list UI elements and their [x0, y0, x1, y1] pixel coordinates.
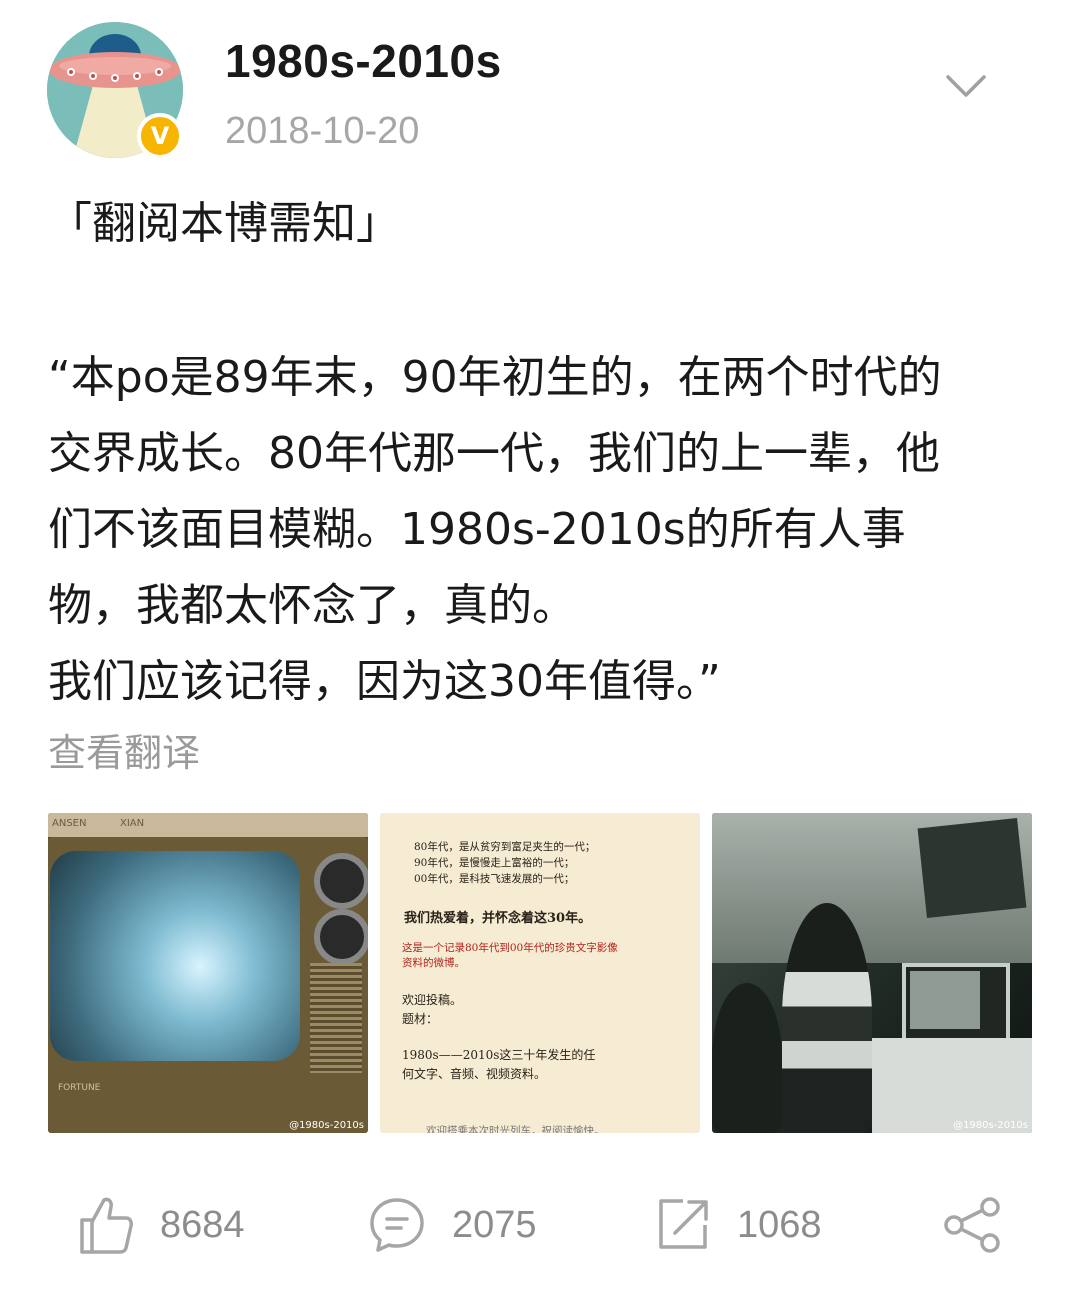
poster-line: 我们热爱着，并怀念着这30年。 — [404, 911, 592, 926]
share-button[interactable] — [942, 1180, 1002, 1270]
like-count: 8684 — [160, 1203, 245, 1246]
post-heading: 「翻阅本博需知」 — [48, 198, 400, 249]
post-body: 「翻阅本博需知」 “本po是89年末，90年初生的，在两个时代的 交界成长。80… — [48, 186, 1038, 720]
tv-screen — [50, 851, 300, 1061]
comment-count: 2075 — [452, 1203, 537, 1246]
username[interactable]: 1980s-2010s — [225, 34, 502, 88]
photo-table — [872, 1038, 1032, 1133]
repost-button[interactable]: 1068 — [655, 1180, 822, 1270]
repost-icon — [659, 1199, 708, 1249]
thumbs-up-icon — [80, 1197, 133, 1254]
poster-line: 何文字、音频、视频资料。 — [402, 1067, 547, 1081]
tv-logo-text: FORTUNE — [58, 1083, 101, 1093]
share-icon — [944, 1197, 1000, 1253]
poster-line: 这是一个记录80年代到00年代的珍贵文字影像 — [402, 942, 618, 954]
image-thumbnail-tv[interactable]: ANSEN XIAN FORTUNE @1980s-2010s — [48, 813, 368, 1133]
repost-count: 1068 — [737, 1203, 822, 1246]
action-bar: 8684 2075 1068 — [0, 1180, 1080, 1270]
poster-line: 1980s——2010s这三十年发生的任 — [402, 1048, 596, 1062]
poster-line: 欢迎搭乘本次时光列车，祝阅读愉快。 — [426, 1125, 605, 1133]
tv-knob-icon — [314, 853, 368, 909]
translate-link[interactable]: 查看翻译 — [48, 722, 200, 777]
chevron-down-icon[interactable] — [940, 60, 992, 112]
poster-line: 80年代，是从贫穷到富足夹生的一代； — [414, 841, 596, 853]
poster-line: 00年代，是科技飞速发展的一代； — [414, 873, 575, 885]
image-thumbnail-old-photo[interactable]: @1980s-2010s — [712, 813, 1032, 1133]
post-line: “本po是89年末，90年初生的，在两个时代的 — [48, 352, 942, 403]
tv-label-text: XIAN — [120, 818, 145, 829]
tv-knob-icon — [314, 909, 368, 965]
photo-poster — [917, 818, 1027, 918]
comment-button[interactable]: 2075 — [368, 1180, 537, 1270]
poster-line: 90年代，是慢慢走上富裕的一代； — [414, 857, 575, 869]
tv-speaker-grill — [310, 963, 362, 1073]
photo-person — [712, 983, 782, 1133]
image-grid: ANSEN XIAN FORTUNE @1980s-2010s 80年代，是从贫… — [48, 813, 1033, 1133]
poster-line: 欢迎投稿。 — [402, 993, 463, 1007]
watermark: @1980s-2010s — [289, 1120, 364, 1131]
post-line: 我们应该记得，因为这30年值得。” — [48, 656, 721, 707]
photo-tv-screen — [910, 971, 980, 1029]
poster-line: 题材： — [402, 1012, 439, 1026]
tv-brand-text: ANSEN — [52, 818, 87, 829]
like-button[interactable]: 8684 — [78, 1180, 245, 1270]
post-line: 们不该面目模糊。1980s-2010s的所有人事 — [48, 504, 906, 555]
poster-line: 资料的微博。 — [402, 957, 465, 969]
photo-person — [782, 903, 872, 1133]
post-line: 物，我都太怀念了，真的。 — [48, 580, 576, 631]
post-date: 2018-10-20 — [225, 110, 420, 152]
post-line: 交界成长。80年代那一代，我们的上一辈，他 — [48, 428, 940, 479]
watermark: @1980s-2010s — [953, 1120, 1028, 1131]
comment-icon — [370, 1198, 424, 1252]
wall-strip: ANSEN XIAN — [48, 813, 368, 837]
image-thumbnail-text-poster[interactable]: 80年代，是从贫穷到富足夹生的一代； 90年代，是慢慢走上富裕的一代； 00年代… — [380, 813, 700, 1133]
verified-badge-icon: V — [137, 113, 183, 159]
